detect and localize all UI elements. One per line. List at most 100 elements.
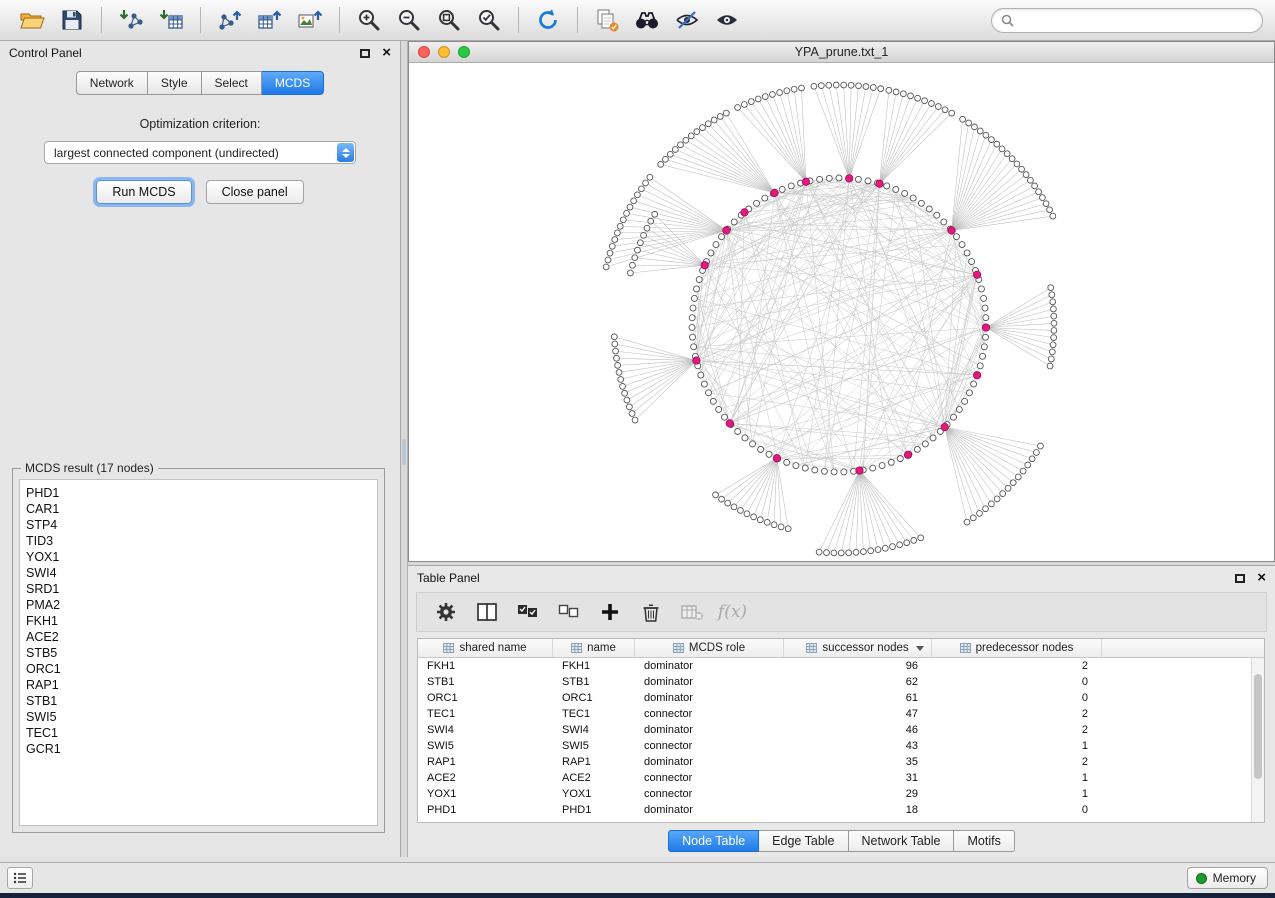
network-view-window: YPA_prune.txt_1 [408,41,1275,562]
unselect-all-button[interactable] [550,597,587,627]
table-cell [1102,786,1251,802]
search-input[interactable] [1020,13,1253,27]
mcds-result-item[interactable]: SWI5 [26,709,377,725]
save-session-button[interactable] [52,4,92,36]
find-button[interactable] [627,4,667,36]
run-mcds-button[interactable]: Run MCDS [96,180,191,204]
mcds-result-item[interactable]: TEC1 [26,725,377,741]
column-header-name[interactable]: name [553,639,635,657]
mcds-result-item[interactable]: CAR1 [26,501,377,517]
tab-mcds[interactable]: MCDS [262,71,324,95]
table-cell: 2 [932,722,1102,738]
zoom-selected-button[interactable] [469,4,509,36]
vertical-splitter[interactable] [401,41,408,857]
tab-edge-table[interactable]: Edge Table [759,830,848,852]
search-box[interactable] [991,8,1263,33]
table-scrollbar[interactable] [1251,658,1264,822]
zoom-in-button[interactable] [349,4,389,36]
memory-button[interactable]: Memory [1187,867,1268,889]
export-network-button[interactable] [210,4,250,36]
table-cell: PHD1 [553,802,635,818]
select-all-button[interactable] [509,597,546,627]
network-view-titlebar[interactable]: YPA_prune.txt_1 [409,42,1274,63]
mcds-result-item[interactable]: YOX1 [26,549,377,565]
mcds-result-item[interactable]: STP4 [26,517,377,533]
mcds-result-item[interactable]: TID3 [26,533,377,549]
eye-icon [715,8,739,32]
column-header-shared-name[interactable]: shared name [418,639,553,657]
table-row[interactable]: SWI5SWI5connector431 [418,738,1251,754]
table-settings-button[interactable] [427,597,464,627]
close-panel-button[interactable]: Close panel [206,180,304,204]
delete-column-button[interactable] [632,597,669,627]
table-cell: 46 [784,722,932,738]
table-row[interactable]: RAP1RAP1dominator352 [418,754,1251,770]
task-history-button[interactable] [7,867,33,889]
table-row[interactable]: STB1STB1dominator620 [418,674,1251,690]
toolbar-separator [577,7,578,33]
export-table-button[interactable] [250,4,290,36]
close-panel-icon[interactable]: × [1257,573,1266,583]
scrollbar-thumb[interactable] [1254,674,1262,779]
float-panel-icon[interactable] [1235,574,1245,583]
delete-table-button[interactable] [673,597,710,627]
column-header-successor-nodes[interactable]: successor nodes [784,639,932,657]
table-cell [1102,770,1251,786]
float-panel-icon[interactable] [360,49,370,58]
optimization-criterion-select[interactable]: largest connected component (undirected) [44,141,356,164]
table-row[interactable]: ORC1ORC1dominator610 [418,690,1251,706]
mcds-result-list[interactable]: PHD1CAR1STP4TID3YOX1SWI4SRD1PMA2FKH1ACE2… [19,479,378,826]
tab-select[interactable]: Select [202,71,262,95]
toolbar-separator [339,7,340,33]
tab-network-table[interactable]: Network Table [849,830,955,852]
table-cell: connector [635,786,784,802]
mcds-result-item[interactable]: GCR1 [26,741,377,757]
column-header-predecessor-nodes[interactable]: predecessor nodes [932,639,1102,657]
table-cell: SWI4 [418,722,553,738]
export-image-button[interactable] [290,4,330,36]
mcds-result-item[interactable]: SWI4 [26,565,377,581]
mcds-result-item[interactable]: PHD1 [26,485,377,501]
function-builder-button[interactable]: f(x) [714,597,751,627]
show-all-button[interactable] [707,4,747,36]
table-row[interactable]: SWI4SWI4dominator462 [418,722,1251,738]
close-panel-icon[interactable]: × [382,48,391,58]
mcds-result-item[interactable]: RAP1 [26,677,377,693]
mcds-result-item[interactable]: SRD1 [26,581,377,597]
table-row[interactable]: TEC1TEC1connector472 [418,706,1251,722]
import-network-file-button[interactable] [111,4,151,36]
table-row[interactable]: PHD1PHD1dominator180 [418,802,1251,818]
column-header-mcds-role[interactable]: MCDS role [635,639,784,657]
import-table-file-button[interactable] [151,4,191,36]
hide-selected-button[interactable] [667,4,707,36]
table-row[interactable]: ACE2ACE2connector311 [418,770,1251,786]
mcds-result-item[interactable]: STB1 [26,693,377,709]
zoom-out-button[interactable] [389,4,429,36]
open-file-button[interactable] [12,4,52,36]
table-row[interactable]: FKH1FKH1dominator962 [418,658,1251,674]
tab-node-table[interactable]: Node Table [668,830,759,852]
table-cell: 1 [932,738,1102,754]
mcds-result-item[interactable]: ACE2 [26,629,377,645]
mcds-result-item[interactable]: FKH1 [26,613,377,629]
tab-motifs[interactable]: Motifs [954,830,1014,852]
toolbar-separator [101,7,102,33]
tab-style[interactable]: Style [148,71,202,95]
mcds-result-item[interactable]: PMA2 [26,597,377,613]
table-cell [1102,738,1251,754]
show-columns-button[interactable] [468,597,505,627]
splitter-handle[interactable] [402,439,406,465]
table-cell: RAP1 [418,754,553,770]
columns-icon [476,601,498,623]
sort-descending-icon[interactable] [916,646,924,651]
zoom-fit-button[interactable] [429,4,469,36]
table-row[interactable]: YOX1YOX1connector291 [418,786,1251,802]
network-canvas[interactable] [409,63,1274,561]
tab-network[interactable]: Network [76,71,148,95]
mcds-result-item[interactable]: STB5 [26,645,377,661]
add-column-button[interactable] [591,597,628,627]
export-table-icon [257,8,283,32]
duplicate-network-button[interactable] [587,4,627,36]
apply-layout-button[interactable] [528,4,568,36]
mcds-result-item[interactable]: ORC1 [26,661,377,677]
